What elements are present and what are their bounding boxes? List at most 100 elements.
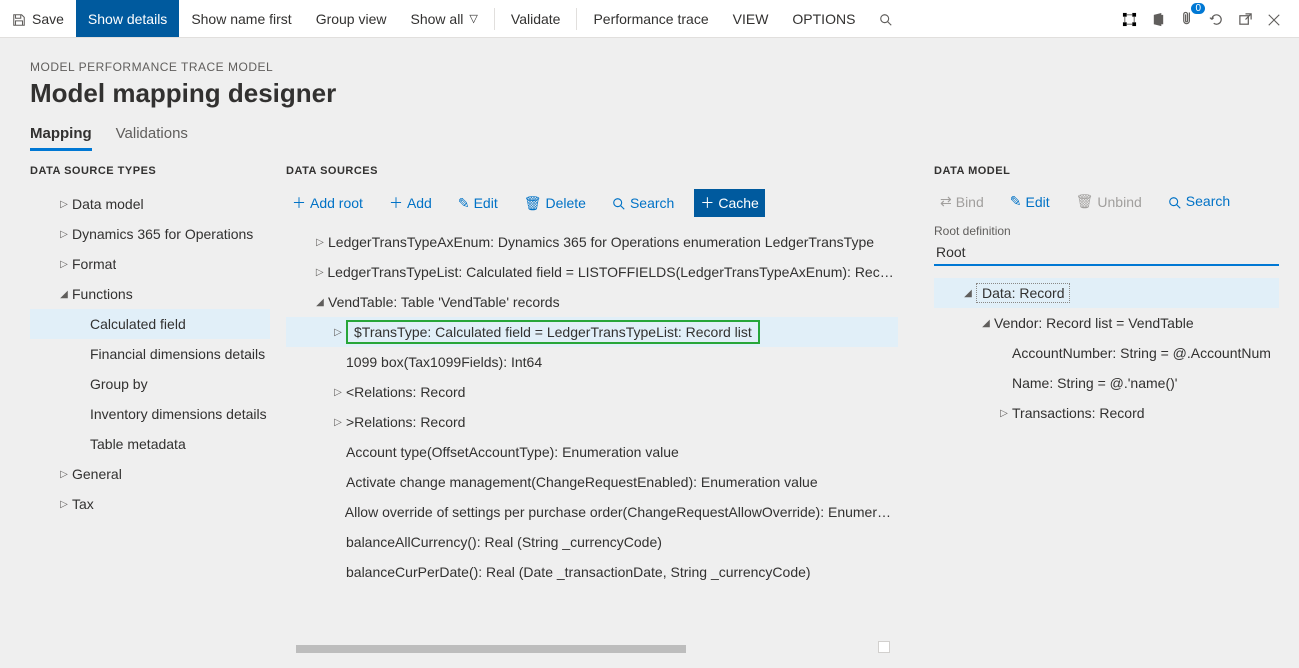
data-sources-heading: DATA SOURCES (286, 165, 898, 177)
chevron-icon: ▷ (56, 499, 72, 510)
tree-item-label: Format (72, 256, 116, 272)
tree-row[interactable]: Calculated field (30, 309, 270, 339)
chevron-icon: ▷ (56, 199, 72, 210)
tree-row[interactable]: balanceAllCurrency(): Real (String _curr… (286, 527, 898, 557)
tree-item-label: $TransType: Calculated field = LedgerTra… (346, 320, 760, 344)
pencil-icon: ✎ (1010, 193, 1022, 210)
tree-row[interactable]: 1099 box(Tax1099Fields): Int64 (286, 347, 898, 377)
search-button[interactable]: Search (606, 191, 680, 215)
show-name-first-button[interactable]: Show name first (179, 0, 303, 37)
tree-row[interactable]: Financial dimensions details (30, 339, 270, 369)
link-icon: ⇄ (940, 193, 952, 210)
tree-row[interactable]: ▷Dynamics 365 for Operations (30, 219, 270, 249)
tree-row[interactable]: ▷>Relations: Record (286, 407, 898, 437)
tree-item-label: balanceCurPerDate(): Real (Date _transac… (346, 564, 811, 580)
chevron-icon: ◢ (312, 297, 328, 308)
save-button[interactable]: Save (0, 0, 76, 37)
tree-row[interactable]: ▷Tax (30, 489, 270, 519)
tree-item-label: LedgerTransTypeList: Calculated field = … (327, 264, 898, 280)
search-model-button[interactable]: Search (1162, 189, 1236, 213)
search-ribbon-button[interactable] (867, 0, 905, 37)
cache-button[interactable]: ＋Cache (694, 189, 764, 217)
tree-row[interactable]: ▷Format (30, 249, 270, 279)
options-button[interactable]: OPTIONS (780, 0, 867, 37)
data-model-toolbar: ⇄Bind ✎Edit 🗑Unbind Search (934, 189, 1279, 214)
show-details-button[interactable]: Show details (76, 0, 179, 37)
root-definition-label: Root definition (934, 224, 1279, 238)
data-model-heading: DATA MODEL (934, 165, 1279, 177)
group-view-button[interactable]: Group view (304, 0, 399, 37)
unbind-button[interactable]: 🗑Unbind (1070, 189, 1148, 214)
chevron-icon: ◢ (960, 288, 976, 299)
bind-button[interactable]: ⇄Bind (934, 189, 990, 214)
close-icon[interactable] (1267, 10, 1281, 26)
root-definition-value[interactable]: Root (934, 240, 1279, 266)
tree-row[interactable]: ▷<Relations: Record (286, 377, 898, 407)
chevron-icon: ◢ (56, 289, 72, 300)
refresh-icon[interactable] (1209, 10, 1224, 27)
add-root-button[interactable]: ＋Add root (286, 189, 369, 217)
tab-validations[interactable]: Validations (116, 125, 188, 151)
tree-row[interactable]: AccountNumber: String = @.AccountNum (934, 338, 1279, 368)
tree-item-label: Inventory dimensions details (90, 406, 267, 422)
pencil-icon: ✎ (458, 195, 470, 212)
chevron-icon: ▷ (996, 408, 1012, 419)
tree-row[interactable]: ▷LedgerTransTypeAxEnum: Dynamics 365 for… (286, 227, 898, 257)
breadcrumb: MODEL PERFORMANCE TRACE MODEL (30, 60, 1269, 74)
tree-item-label: Group by (90, 376, 148, 392)
delete-button[interactable]: 🗑Delete (518, 191, 592, 216)
tree-row[interactable]: ◢VendTable: Table 'VendTable' records (286, 287, 898, 317)
tree-item-label: 1099 box(Tax1099Fields): Int64 (346, 354, 542, 370)
tree-item-label: AccountNumber: String = @.AccountNum (1012, 345, 1271, 361)
tree-row[interactable]: ▷Transactions: Record (934, 398, 1279, 428)
tree-row[interactable]: Account type(OffsetAccountType): Enumera… (286, 437, 898, 467)
tree-row[interactable]: Allow override of settings per purchase … (286, 497, 898, 527)
top-ribbon: Save Show details Show name first Group … (0, 0, 1299, 38)
office-icon[interactable] (1151, 10, 1166, 27)
performance-trace-button[interactable]: Performance trace (581, 0, 720, 37)
tree-row[interactable]: Activate change management(ChangeRequest… (286, 467, 898, 497)
trash-icon: 🗑 (1076, 193, 1094, 210)
tree-row[interactable]: ▷LedgerTransTypeList: Calculated field =… (286, 257, 898, 287)
tree-row[interactable]: Group by (30, 369, 270, 399)
attachments-icon[interactable]: 0 (1180, 9, 1195, 27)
chevron-icon: ▷ (312, 237, 328, 248)
tree-row[interactable]: Inventory dimensions details (30, 399, 270, 429)
edit-model-button[interactable]: ✎Edit (1004, 189, 1056, 214)
horizontal-scrollbar[interactable] (296, 645, 686, 653)
data-source-types-panel: DATA SOURCE TYPES ▷Data model▷Dynamics 3… (30, 151, 270, 651)
tree-row[interactable]: ▷Data model (30, 189, 270, 219)
chevron-icon: ▷ (330, 417, 346, 428)
show-all-dropdown[interactable]: Show all ▽ (399, 0, 490, 37)
tree-row[interactable]: Name: String = @.'name()' (934, 368, 1279, 398)
tree-item-label: General (72, 466, 122, 482)
chevron-down-icon: ▽ (469, 12, 477, 25)
tree-item-label: >Relations: Record (346, 414, 465, 430)
trash-icon: 🗑 (524, 195, 542, 212)
search-icon (612, 195, 626, 211)
search-icon (1168, 193, 1182, 209)
validate-button[interactable]: Validate (499, 0, 573, 37)
chevron-icon: ▷ (56, 229, 72, 240)
add-button[interactable]: ＋Add (383, 189, 438, 217)
resize-handle[interactable] (878, 641, 890, 653)
data-sources-panel: DATA SOURCES ＋Add root ＋Add ✎Edit 🗑Delet… (286, 151, 898, 651)
tree-row[interactable]: ◢Vendor: Record list = VendTable (934, 308, 1279, 338)
tree-item-label: Data model (72, 196, 144, 212)
tree-row[interactable]: Table metadata (30, 429, 270, 459)
tree-row[interactable]: ▷$TransType: Calculated field = LedgerTr… (286, 317, 898, 347)
tree-row[interactable]: balanceCurPerDate(): Real (Date _transac… (286, 557, 898, 587)
save-icon (12, 10, 26, 26)
tree-row[interactable]: ◢Data: Record (934, 278, 1279, 308)
view-button[interactable]: VIEW (721, 0, 781, 37)
page-header: MODEL PERFORMANCE TRACE MODEL Model mapp… (0, 38, 1299, 151)
tree-item-label: Calculated field (90, 316, 186, 332)
edit-button[interactable]: ✎Edit (452, 191, 504, 216)
connected-apps-icon[interactable] (1122, 10, 1137, 27)
tree-row[interactable]: ▷General (30, 459, 270, 489)
ribbon-separator (494, 8, 495, 30)
tab-mapping[interactable]: Mapping (30, 125, 92, 151)
tree-row[interactable]: ◢Functions (30, 279, 270, 309)
popout-icon[interactable] (1238, 10, 1253, 27)
tree-item-label: Vendor: Record list = VendTable (994, 315, 1194, 331)
